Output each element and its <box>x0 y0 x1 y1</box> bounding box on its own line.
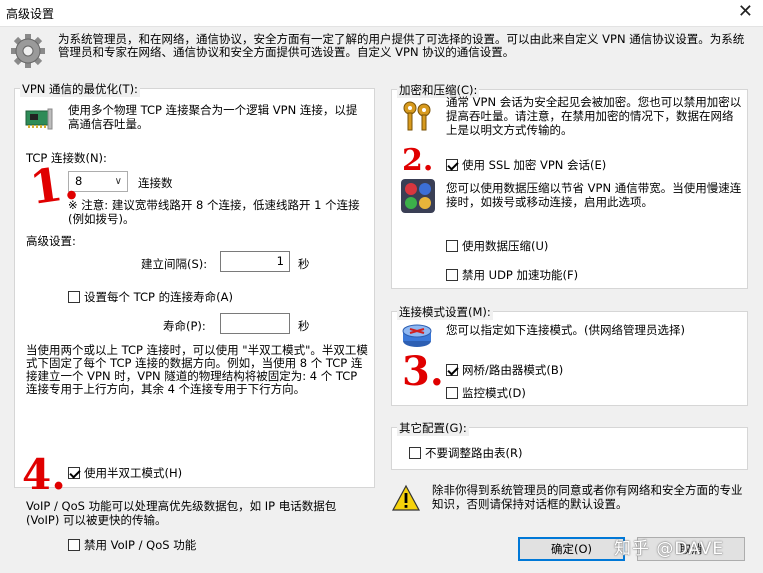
annotation-4: 4. <box>22 450 66 499</box>
tcp-count-unit: 连接数 <box>138 176 173 190</box>
udp-checkbox-label: 禁用 UDP 加速功能(F) <box>462 268 579 282</box>
title-bar: 高级设置 ✕ <box>0 0 763 27</box>
connection-mode-desc: 您可以指定如下连接模式。(供网络管理员选择) <box>446 323 685 337</box>
advanced-settings-label: 高级设置: <box>26 234 76 248</box>
qos-checkbox[interactable] <box>68 539 80 551</box>
route-checkbox[interactable] <box>409 447 421 459</box>
ssl-checkbox-row[interactable]: 使用 SSL 加密 VPN 会话(E) <box>446 157 606 173</box>
compression-desc: 您可以使用数据压缩以节省 VPN 通信带宽。当使用慢速连接时，如拨号或移动连接，… <box>446 181 742 209</box>
chevron-down-icon: ∨ <box>114 176 122 187</box>
lifetime-input[interactable] <box>220 313 290 334</box>
route-checkbox-label: 不要调整路由表(R) <box>425 446 523 460</box>
other-config-label: 其它配置(G): <box>397 420 469 436</box>
gear-icon <box>10 33 46 69</box>
warning-text: 除非你得到系统管理员的同意或者你有网络和安全方面的专业知识，否则请保持对话框的默… <box>432 483 743 511</box>
monitor-checkbox-label: 监控模式(D) <box>462 386 526 400</box>
intro-text: 为系统管理员，和在网络，通信协议，安全方面有一定了解的用户提供了可选择的设置。可… <box>58 32 745 59</box>
qos-checkbox-row[interactable]: 禁用 VoIP / QoS 功能 <box>68 537 196 553</box>
udp-checkbox[interactable] <box>446 269 458 281</box>
bridge-checkbox-row[interactable]: 网桥/路由器模式(B) <box>446 362 563 378</box>
interval-unit: 秒 <box>298 257 310 271</box>
vpn-optimization-label: VPN 通信的最优化(T): <box>20 81 140 97</box>
bridge-checkbox-label: 网桥/路由器模式(B) <box>462 363 564 377</box>
ssl-checkbox[interactable] <box>446 159 458 171</box>
halfduplex-checkbox[interactable] <box>68 467 80 479</box>
tcp-count-note: ※ 注意: 建议宽带线路开 8 个连接，低速线路开 1 个连接 (例如拨号)。 <box>68 198 360 226</box>
halfduplex-desc: 当使用两个或以上 TCP 连接时，可以使用 "半双工模式"。半双工模式下固定了每… <box>26 343 368 396</box>
watermark: 知乎 @DAVE <box>614 539 725 559</box>
compress-checkbox-label: 使用数据压缩(U) <box>462 239 549 253</box>
vpn-optimization-desc: 使用多个物理 TCP 连接聚合为一个逻辑 VPN 连接，以提高通信吞吐量。 <box>68 103 358 131</box>
compression-icon <box>400 178 436 214</box>
route-checkbox-row[interactable]: 不要调整路由表(R) <box>409 445 522 461</box>
compress-checkbox-row[interactable]: 使用数据压缩(U) <box>446 238 548 254</box>
connection-mode-label: 连接模式设置(M): <box>397 304 493 320</box>
lifetime-checkbox-row[interactable]: 设置每个 TCP 的连接寿命(A) <box>68 289 233 305</box>
keys-icon <box>400 99 434 133</box>
ok-button[interactable]: 确定(O) <box>518 537 625 561</box>
annotation-1: 1. <box>26 154 82 216</box>
lifetime-checkbox-label: 设置每个 TCP 的连接寿命(A) <box>84 290 233 304</box>
lifetime-label: 寿命(P): <box>163 319 206 333</box>
router-icon <box>401 319 433 351</box>
interval-label: 建立间隔(S): <box>141 257 208 271</box>
encryption-desc: 通常 VPN 会话为安全起见会被加密。您也可以禁用加密以提高吞吐量。请注意，在禁… <box>446 95 742 137</box>
monitor-checkbox[interactable] <box>446 387 458 399</box>
udp-checkbox-row[interactable]: 禁用 UDP 加速功能(F) <box>446 267 578 283</box>
compress-checkbox[interactable] <box>446 240 458 252</box>
window-title: 高级设置 <box>6 7 55 21</box>
halfduplex-checkbox-label: 使用半双工模式(H) <box>84 466 183 480</box>
close-icon[interactable]: ✕ <box>738 1 753 22</box>
lifetime-checkbox[interactable] <box>68 291 80 303</box>
halfduplex-checkbox-row[interactable]: 使用半双工模式(H) <box>68 465 182 481</box>
network-card-icon <box>24 103 54 133</box>
annotation-3: 3. <box>402 348 444 395</box>
warning-icon <box>391 484 421 512</box>
interval-input[interactable]: 1 <box>220 251 290 272</box>
monitor-checkbox-row[interactable]: 监控模式(D) <box>446 385 526 401</box>
bridge-checkbox[interactable] <box>446 364 458 376</box>
vpn-optimization-group <box>14 88 375 488</box>
lifetime-unit: 秒 <box>298 319 310 333</box>
qos-checkbox-label: 禁用 VoIP / QoS 功能 <box>84 538 197 552</box>
qos-desc: VoIP / QoS 功能可以处理高优先级数据包，如 IP 电话数据包 (VoI… <box>26 499 337 527</box>
ssl-checkbox-label: 使用 SSL 加密 VPN 会话(E) <box>462 158 607 172</box>
annotation-2: 2. <box>402 143 434 178</box>
